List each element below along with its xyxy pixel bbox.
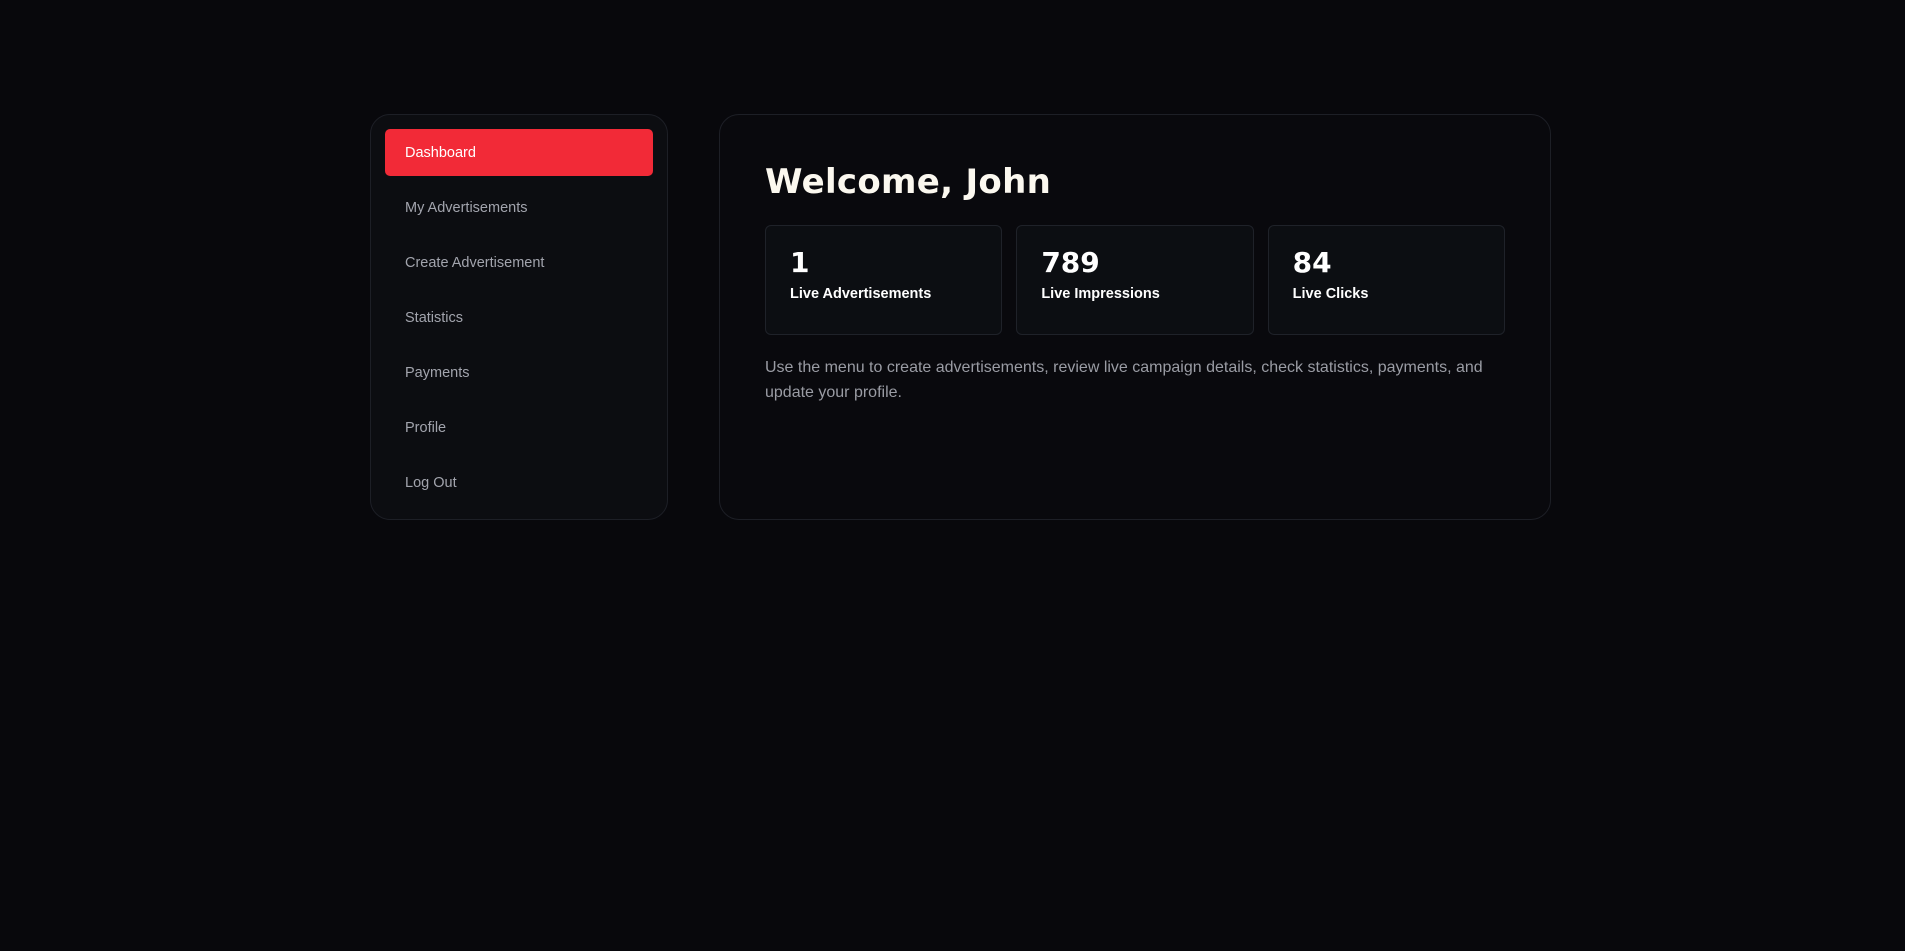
stat-label: Live Advertisements — [790, 286, 932, 302]
sidebar-item-create-advertisement[interactable]: Create Advertisement — [385, 239, 653, 286]
stat-card-live-impressions: 789 Live Impressions — [1016, 225, 1254, 335]
stat-value: 84 — [1292, 246, 1332, 279]
stat-card-live-advertisements: 1 Live Advertisements — [765, 225, 1003, 335]
sidebar-item-statistics[interactable]: Statistics — [385, 294, 653, 341]
stat-value: 1 — [790, 246, 810, 279]
stats-row: 1 Live Advertisements 789 Live Impressio… — [765, 225, 1505, 335]
dashboard-layout: Dashboard My Advertisements Create Adver… — [370, 114, 1551, 520]
stat-value: 789 — [1041, 246, 1100, 279]
sidebar-item-log-out[interactable]: Log Out — [385, 459, 653, 506]
sidebar-item-my-advertisements[interactable]: My Advertisements — [385, 184, 653, 231]
page-title: Welcome, John — [765, 162, 1052, 202]
main-panel: Welcome, John 1 Live Advertisements 789 … — [719, 114, 1551, 520]
sidebar: Dashboard My Advertisements Create Adver… — [370, 114, 668, 520]
stat-label: Live Impressions — [1041, 286, 1160, 302]
dashboard-description: Use the menu to create advertisements, r… — [765, 359, 1483, 401]
stat-card-live-clicks: 84 Live Clicks — [1267, 225, 1505, 335]
stat-label: Live Clicks — [1292, 286, 1369, 302]
sidebar-item-payments[interactable]: Payments — [385, 349, 653, 396]
sidebar-item-dashboard[interactable]: Dashboard — [385, 129, 653, 176]
sidebar-item-profile[interactable]: Profile — [385, 404, 653, 451]
